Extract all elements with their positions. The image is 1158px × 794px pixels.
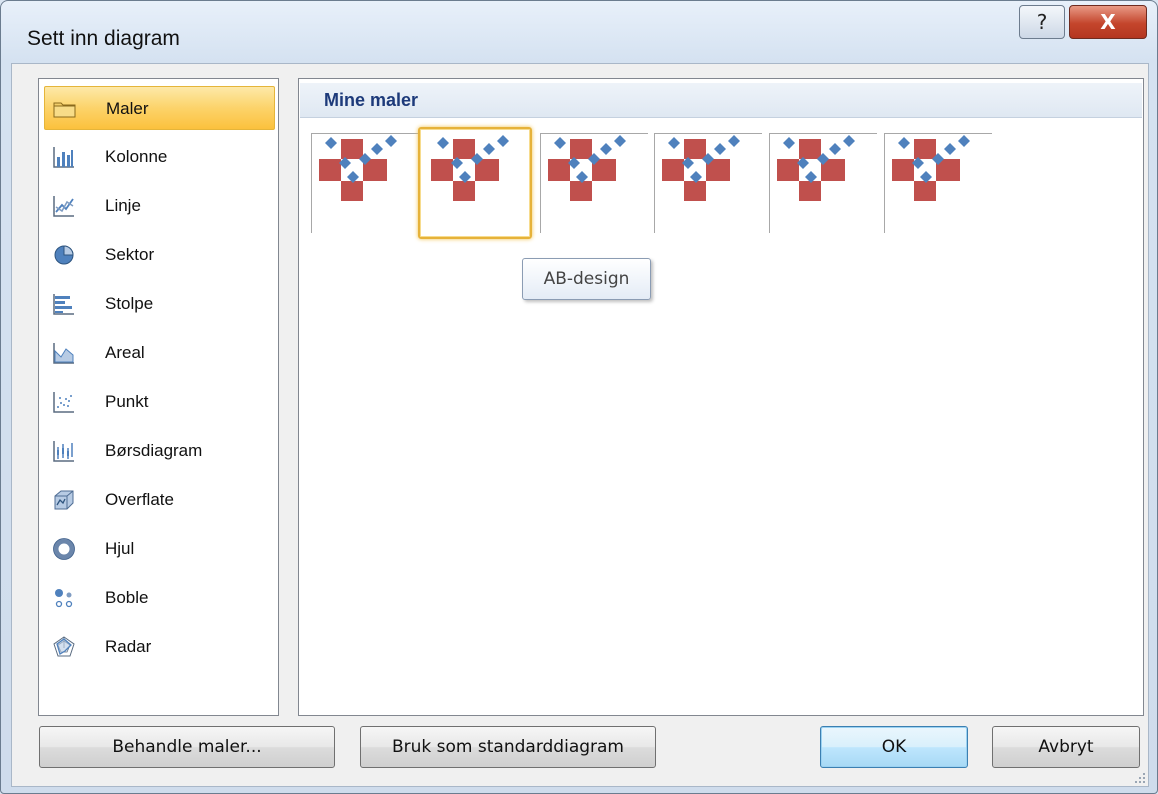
resize-grip-icon[interactable]: [1129, 769, 1147, 787]
category-sektor[interactable]: Sektor: [44, 233, 275, 277]
bar-chart-icon: [53, 294, 74, 315]
surface-chart-icon: [54, 490, 74, 510]
folder-icon: [53, 102, 76, 118]
category-label: Sektor: [105, 245, 155, 264]
category-label: Punkt: [105, 392, 149, 411]
category-areal[interactable]: Areal: [44, 331, 275, 375]
gallery-group-header: Mine maler: [300, 83, 1142, 118]
gallery-group-title: Mine maler: [324, 90, 419, 110]
ok-button[interactable]: OK: [820, 726, 968, 768]
category-overflate[interactable]: Overflate: [44, 478, 275, 522]
template-chart-icon: [431, 135, 509, 201]
category-label: Overflate: [105, 490, 174, 509]
cancel-button[interactable]: Avbryt: [992, 726, 1140, 768]
template-chart-icon: [892, 135, 970, 201]
pie-chart-icon: [54, 245, 74, 265]
category-label: Linje: [105, 196, 141, 215]
template-tooltip: AB-design: [522, 258, 651, 300]
template-thumbnail-selected[interactable]: [418, 127, 532, 239]
template-thumbnail[interactable]: [311, 133, 419, 233]
stock-chart-icon: [53, 441, 74, 462]
help-button[interactable]: ?: [1019, 5, 1065, 39]
scatter-chart-icon: [53, 392, 74, 413]
template-chart-icon: [319, 135, 397, 201]
template-chart-icon: [662, 135, 740, 201]
template-thumbnail[interactable]: [654, 133, 762, 233]
template-thumbnail[interactable]: [540, 133, 648, 233]
dialog-title: Sett inn diagram: [27, 27, 180, 50]
set-as-default-chart-button[interactable]: Bruk som standarddiagram: [360, 726, 656, 768]
category-borsdiagram[interactable]: Børsdiagram: [44, 429, 275, 473]
category-label: Radar: [105, 637, 152, 656]
insert-chart-dialog: Sett inn diagram ? X Maler Kolonne Linje…: [0, 0, 1158, 794]
column-chart-icon: [53, 147, 74, 168]
category-label: Boble: [105, 588, 149, 607]
category-radar[interactable]: Radar: [44, 625, 275, 669]
doughnut-chart-icon: [53, 538, 75, 560]
category-label: Stolpe: [105, 294, 154, 313]
area-chart-icon: [53, 343, 74, 364]
line-chart-icon: [53, 196, 74, 217]
category-label: Kolonne: [105, 147, 168, 166]
category-kolonne[interactable]: Kolonne: [44, 135, 275, 179]
category-boble[interactable]: Boble: [44, 576, 275, 620]
template-chart-icon: [548, 135, 626, 201]
close-button[interactable]: X: [1069, 5, 1147, 39]
category-label: Areal: [105, 343, 145, 362]
category-maler[interactable]: Maler: [44, 86, 275, 130]
category-hjul[interactable]: Hjul: [44, 527, 275, 571]
category-punkt[interactable]: Punkt: [44, 380, 275, 424]
category-label: Maler: [106, 99, 149, 118]
bubble-chart-icon: [55, 589, 73, 608]
template-thumbnail[interactable]: [884, 133, 992, 233]
category-stolpe[interactable]: Stolpe: [44, 282, 275, 326]
template-thumbnail[interactable]: [769, 133, 877, 233]
template-gallery: Mine maler: [298, 78, 1144, 716]
chart-category-list[interactable]: Maler Kolonne Linje Sektor Stolpe Areal …: [38, 78, 279, 716]
template-chart-icon: [777, 135, 855, 201]
radar-chart-icon: [53, 636, 75, 657]
category-label: Hjul: [105, 539, 135, 558]
category-label: Børsdiagram: [105, 441, 203, 460]
category-linje[interactable]: Linje: [44, 184, 275, 228]
manage-templates-button[interactable]: Behandle maler...: [39, 726, 335, 768]
